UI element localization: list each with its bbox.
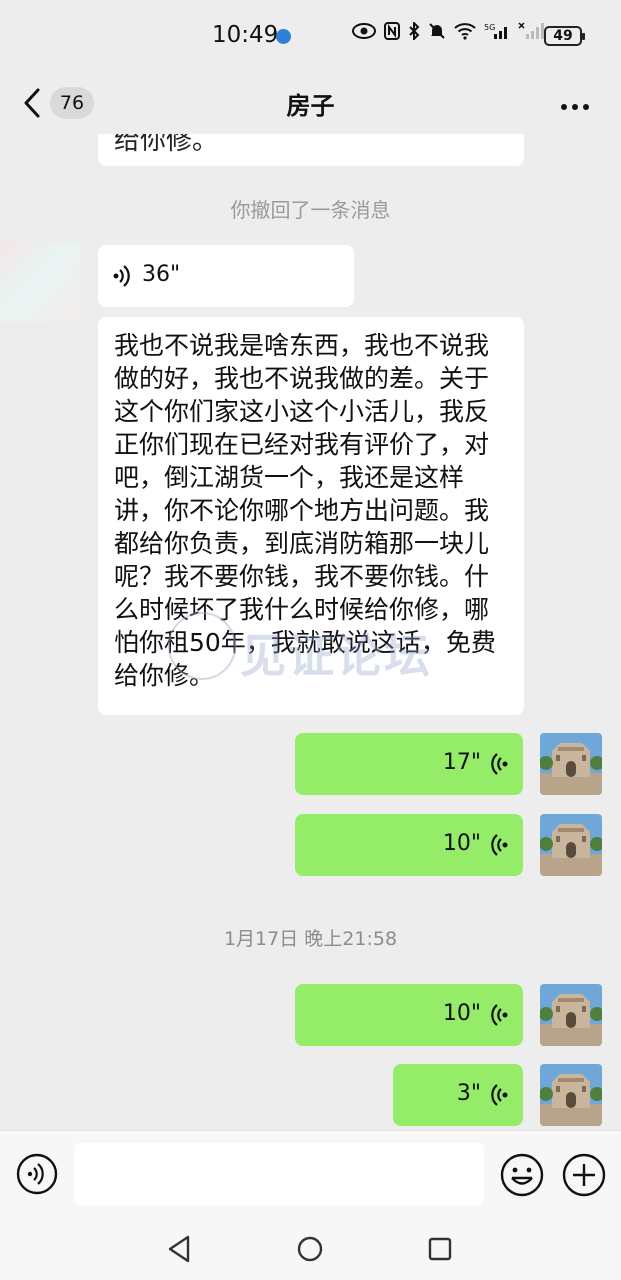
outgoing-voice-message[interactable]: 10": [295, 984, 523, 1046]
message-timestamp: 1月17日 晚上21:58: [223, 928, 398, 950]
status-bar: 10:49 5G 49: [0, 0, 621, 72]
browser-indicator-icon: [276, 29, 291, 44]
status-icons: 5G: [352, 20, 544, 45]
battery-indicator: 49: [544, 26, 585, 46]
voice-wave-icon: [489, 832, 509, 862]
outgoing-voice-message[interactable]: 3": [393, 1064, 523, 1126]
mute-icon: [428, 22, 446, 45]
message-input[interactable]: [74, 1143, 484, 1205]
voice-input-icon[interactable]: [16, 1153, 58, 1195]
emoji-icon[interactable]: [500, 1153, 544, 1197]
watermark-text: 见证论坛: [240, 629, 432, 683]
recall-notice: 你撤回了一条消息: [230, 198, 391, 222]
status-time: 10:49: [212, 22, 279, 48]
more-options-icon[interactable]: [560, 98, 590, 111]
voice-duration: 17": [442, 750, 481, 775]
eye-icon: [352, 22, 376, 45]
my-avatar[interactable]: [540, 814, 602, 876]
voice-wave-icon: [489, 751, 509, 781]
message-text: 给你修。: [114, 134, 219, 156]
message-list[interactable]: 给你修。 你撤回了一条消息 36" 我也不说我是啥东西，我也不说我做的好，我也不…: [0, 134, 621, 1130]
signal-5g-icon: 5G: [484, 22, 510, 45]
wifi-icon: [454, 22, 476, 45]
my-avatar[interactable]: [540, 1064, 602, 1126]
incoming-message-bubble[interactable]: 给你修。: [98, 134, 524, 166]
watermark-seal: [168, 612, 236, 680]
my-avatar[interactable]: [540, 984, 602, 1046]
nav-home-icon[interactable]: [296, 1234, 324, 1268]
input-bar: [0, 1130, 621, 1218]
nav-back-icon[interactable]: [166, 1234, 194, 1268]
outgoing-voice-message[interactable]: 10": [295, 814, 523, 876]
contact-avatar[interactable]: [0, 242, 80, 322]
my-avatar[interactable]: [540, 733, 602, 795]
nav-recent-apps-icon[interactable]: [426, 1234, 454, 1268]
voice-wave-icon: [489, 1002, 509, 1032]
voice-wave-icon: [489, 1082, 509, 1112]
voice-duration: 10": [442, 1001, 481, 1026]
voice-duration: 36": [142, 262, 181, 287]
signal-icon: [518, 22, 544, 45]
incoming-voice-message[interactable]: 36": [98, 245, 354, 307]
nfc-icon: [384, 22, 400, 45]
outgoing-voice-message[interactable]: 17": [295, 733, 523, 795]
bluetooth-icon: [408, 20, 420, 45]
voice-duration: 10": [442, 831, 481, 856]
voice-wave-icon: [112, 263, 132, 293]
system-navigation-bar: [0, 1218, 621, 1280]
svg-text:5G: 5G: [484, 23, 495, 32]
add-attachment-icon[interactable]: [562, 1153, 606, 1197]
chat-title: 房子: [286, 92, 335, 120]
voice-duration: 3": [456, 1081, 481, 1106]
